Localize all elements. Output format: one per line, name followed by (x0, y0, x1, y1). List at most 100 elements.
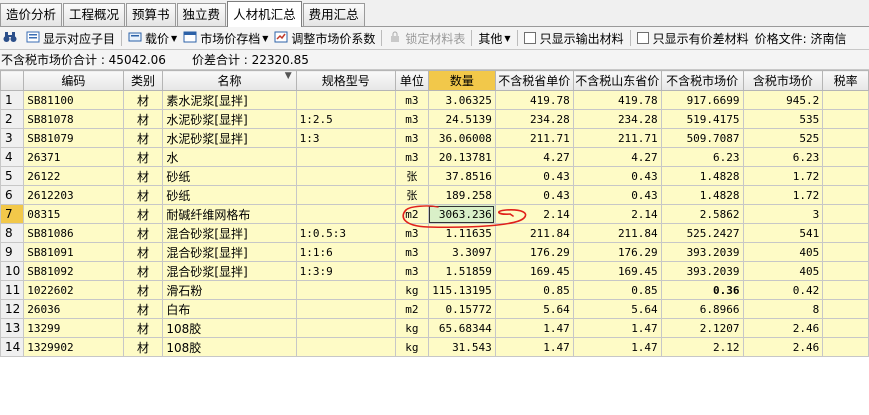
column-header-provincial-price[interactable]: 不含税省单价 (494, 70, 574, 91)
unit-cell[interactable]: kg (394, 280, 429, 300)
market-price-tax-cell[interactable]: 3 (742, 204, 824, 224)
spec-cell[interactable]: 1:3 (295, 128, 396, 148)
type-cell[interactable]: 材 (122, 166, 164, 186)
market-price-cell[interactable]: 393.2039 (660, 242, 744, 262)
tax-rate-cell[interactable] (822, 166, 869, 186)
name-cell[interactable]: 水泥砂浆[显拌] (162, 128, 297, 148)
only-output-materials-checkbox[interactable]: 只显示输出材料 (521, 28, 627, 48)
shandong-price-cell[interactable]: 419.78 (572, 90, 662, 110)
shandong-price-cell[interactable]: 169.45 (572, 261, 662, 281)
provincial-price-cell[interactable]: 2.14 (494, 204, 574, 224)
tax-rate-cell[interactable] (822, 318, 869, 338)
unit-cell[interactable]: m3 (394, 223, 429, 243)
quantity-cell[interactable]: 189.258 (427, 185, 496, 205)
name-cell[interactable]: 混合砂浆[显拌] (162, 242, 297, 262)
market-price-cell[interactable]: 509.7087 (660, 128, 744, 148)
column-header-market-price-tax[interactable]: 含税市场价 (742, 70, 824, 91)
market-price-tax-cell[interactable]: 1.72 (742, 166, 824, 186)
quantity-cell[interactable]: 0.15772 (427, 299, 496, 319)
code-cell[interactable]: 26122 (23, 166, 124, 186)
shandong-price-cell[interactable]: 1.47 (572, 337, 662, 357)
column-header-type[interactable]: 类别 (122, 70, 164, 91)
name-cell[interactable]: 108胶 (162, 318, 297, 338)
market-price-tax-cell[interactable]: 541 (742, 223, 824, 243)
quantity-cell[interactable]: 1.11635 (427, 223, 496, 243)
market-price-cell[interactable]: 6.23 (660, 147, 744, 167)
quantity-cell[interactable]: 65.68344 (427, 318, 496, 338)
name-cell[interactable]: 砂纸 (162, 185, 297, 205)
spec-cell[interactable]: 1:1:6 (295, 242, 396, 262)
shandong-price-cell[interactable]: 0.85 (572, 280, 662, 300)
market-price-cell[interactable]: 2.1207 (660, 318, 744, 338)
unit-cell[interactable]: m3 (394, 128, 429, 148)
column-header-quantity[interactable]: 数量 (427, 70, 496, 91)
provincial-price-cell[interactable]: 0.85 (494, 280, 574, 300)
spec-cell[interactable]: 1:3:9 (295, 261, 396, 281)
spec-cell[interactable] (295, 318, 396, 338)
market-price-cell[interactable]: 2.5862 (660, 204, 744, 224)
table-row[interactable]: 4 26371 材水 m3 20.13781 4.27 4.27 6.23 6.23 (0, 147, 869, 167)
market-price-cell[interactable]: 2.12 (660, 337, 744, 357)
name-cell[interactable]: 砂纸 (162, 166, 297, 186)
type-cell[interactable]: 材 (122, 299, 164, 319)
type-cell[interactable]: 材 (122, 223, 164, 243)
spec-cell[interactable]: 1:0.5:3 (295, 223, 396, 243)
code-cell[interactable]: 1329902 (23, 337, 124, 357)
code-cell[interactable]: SB81100 (23, 90, 124, 110)
market-price-tax-cell[interactable]: 2.46 (742, 318, 824, 338)
table-row[interactable]: 6 2612203 材砂纸张 189.258 0.43 0.43 1.4828 1.72 (0, 185, 869, 205)
provincial-price-cell[interactable]: 234.28 (494, 109, 574, 129)
provincial-price-cell[interactable]: 1.47 (494, 337, 574, 357)
spec-cell[interactable] (295, 204, 396, 224)
type-cell[interactable]: 材 (122, 90, 164, 110)
table-row[interactable]: 12 26036 材白布 m2 0.15772 5.64 5.64 6.8966 8 (0, 299, 869, 319)
quantity-cell[interactable]: 1.51859 (427, 261, 496, 281)
tab-project-overview[interactable]: 工程概况 (63, 3, 126, 26)
sort-down-icon[interactable]: ▼ (285, 72, 292, 82)
market-price-archive-button[interactable]: 市场价存档 ▼ (180, 28, 271, 48)
tax-rate-cell[interactable] (822, 185, 869, 205)
column-header-market-price[interactable]: 不含税市场价 (660, 70, 744, 91)
quantity-cell[interactable]: 3063.236 (427, 204, 496, 224)
type-cell[interactable]: 材 (122, 318, 164, 338)
shandong-price-cell[interactable]: 1.47 (572, 318, 662, 338)
code-cell[interactable]: 26036 (23, 299, 124, 319)
tax-rate-cell[interactable] (822, 242, 869, 262)
table-row[interactable]: 2 SB81078 材水泥砂浆[显拌] 1:2.5 m3 24.5139 234.28 234… (0, 109, 869, 129)
shandong-price-cell[interactable]: 211.71 (572, 128, 662, 148)
table-row[interactable]: 7 08315 材耐碱纤维网格布 m2 3063.236 2.14 2.14 2.5862 3 (0, 204, 869, 224)
market-price-cell[interactable]: 1.4828 (660, 166, 744, 186)
name-cell[interactable]: 混合砂浆[显拌] (162, 261, 297, 281)
market-price-tax-cell[interactable]: 535 (742, 109, 824, 129)
market-price-tax-cell[interactable]: 945.2 (742, 90, 824, 110)
column-header-spec[interactable]: 规格型号 (295, 70, 396, 91)
provincial-price-cell[interactable]: 419.78 (494, 90, 574, 110)
name-cell[interactable]: 混合砂浆[显拌] (162, 223, 297, 243)
tax-rate-cell[interactable] (822, 337, 869, 357)
table-row[interactable]: 1 SB81100 材素水泥浆[显拌] m3 3.06325 419.78 419.78 91… (0, 90, 869, 110)
tab-fee-summary[interactable]: 费用汇总 (302, 3, 365, 26)
quantity-cell[interactable]: 37.8516 (427, 166, 496, 186)
quantity-cell[interactable]: 3.06325 (427, 90, 496, 110)
tax-rate-cell[interactable] (822, 147, 869, 167)
market-price-tax-cell[interactable]: 405 (742, 261, 824, 281)
column-header-name[interactable]: 名称 ▼ (162, 70, 297, 91)
name-cell[interactable]: 滑石粉 (162, 280, 297, 300)
tax-rate-cell[interactable] (822, 261, 869, 281)
code-cell[interactable]: SB81086 (23, 223, 124, 243)
spec-cell[interactable] (295, 166, 396, 186)
unit-cell[interactable]: m2 (394, 299, 429, 319)
type-cell[interactable]: 材 (122, 242, 164, 262)
market-price-tax-cell[interactable]: 2.46 (742, 337, 824, 357)
code-cell[interactable]: SB81079 (23, 128, 124, 148)
table-row[interactable]: 3 SB81079 材水泥砂浆[显拌] 1:3 m3 36.06008 211.71 211.… (0, 128, 869, 148)
market-price-cell[interactable]: 917.6699 (660, 90, 744, 110)
unit-cell[interactable]: kg (394, 318, 429, 338)
shandong-price-cell[interactable]: 176.29 (572, 242, 662, 262)
column-header-tax-rate[interactable]: 税率 (822, 70, 869, 91)
tax-rate-cell[interactable] (822, 90, 869, 110)
unit-cell[interactable]: kg (394, 337, 429, 357)
code-cell[interactable]: SB81078 (23, 109, 124, 129)
table-row[interactable]: 5 26122 材砂纸张 37.8516 0.43 0.43 1.4828 1.72 (0, 166, 869, 186)
market-price-tax-cell[interactable]: 405 (742, 242, 824, 262)
